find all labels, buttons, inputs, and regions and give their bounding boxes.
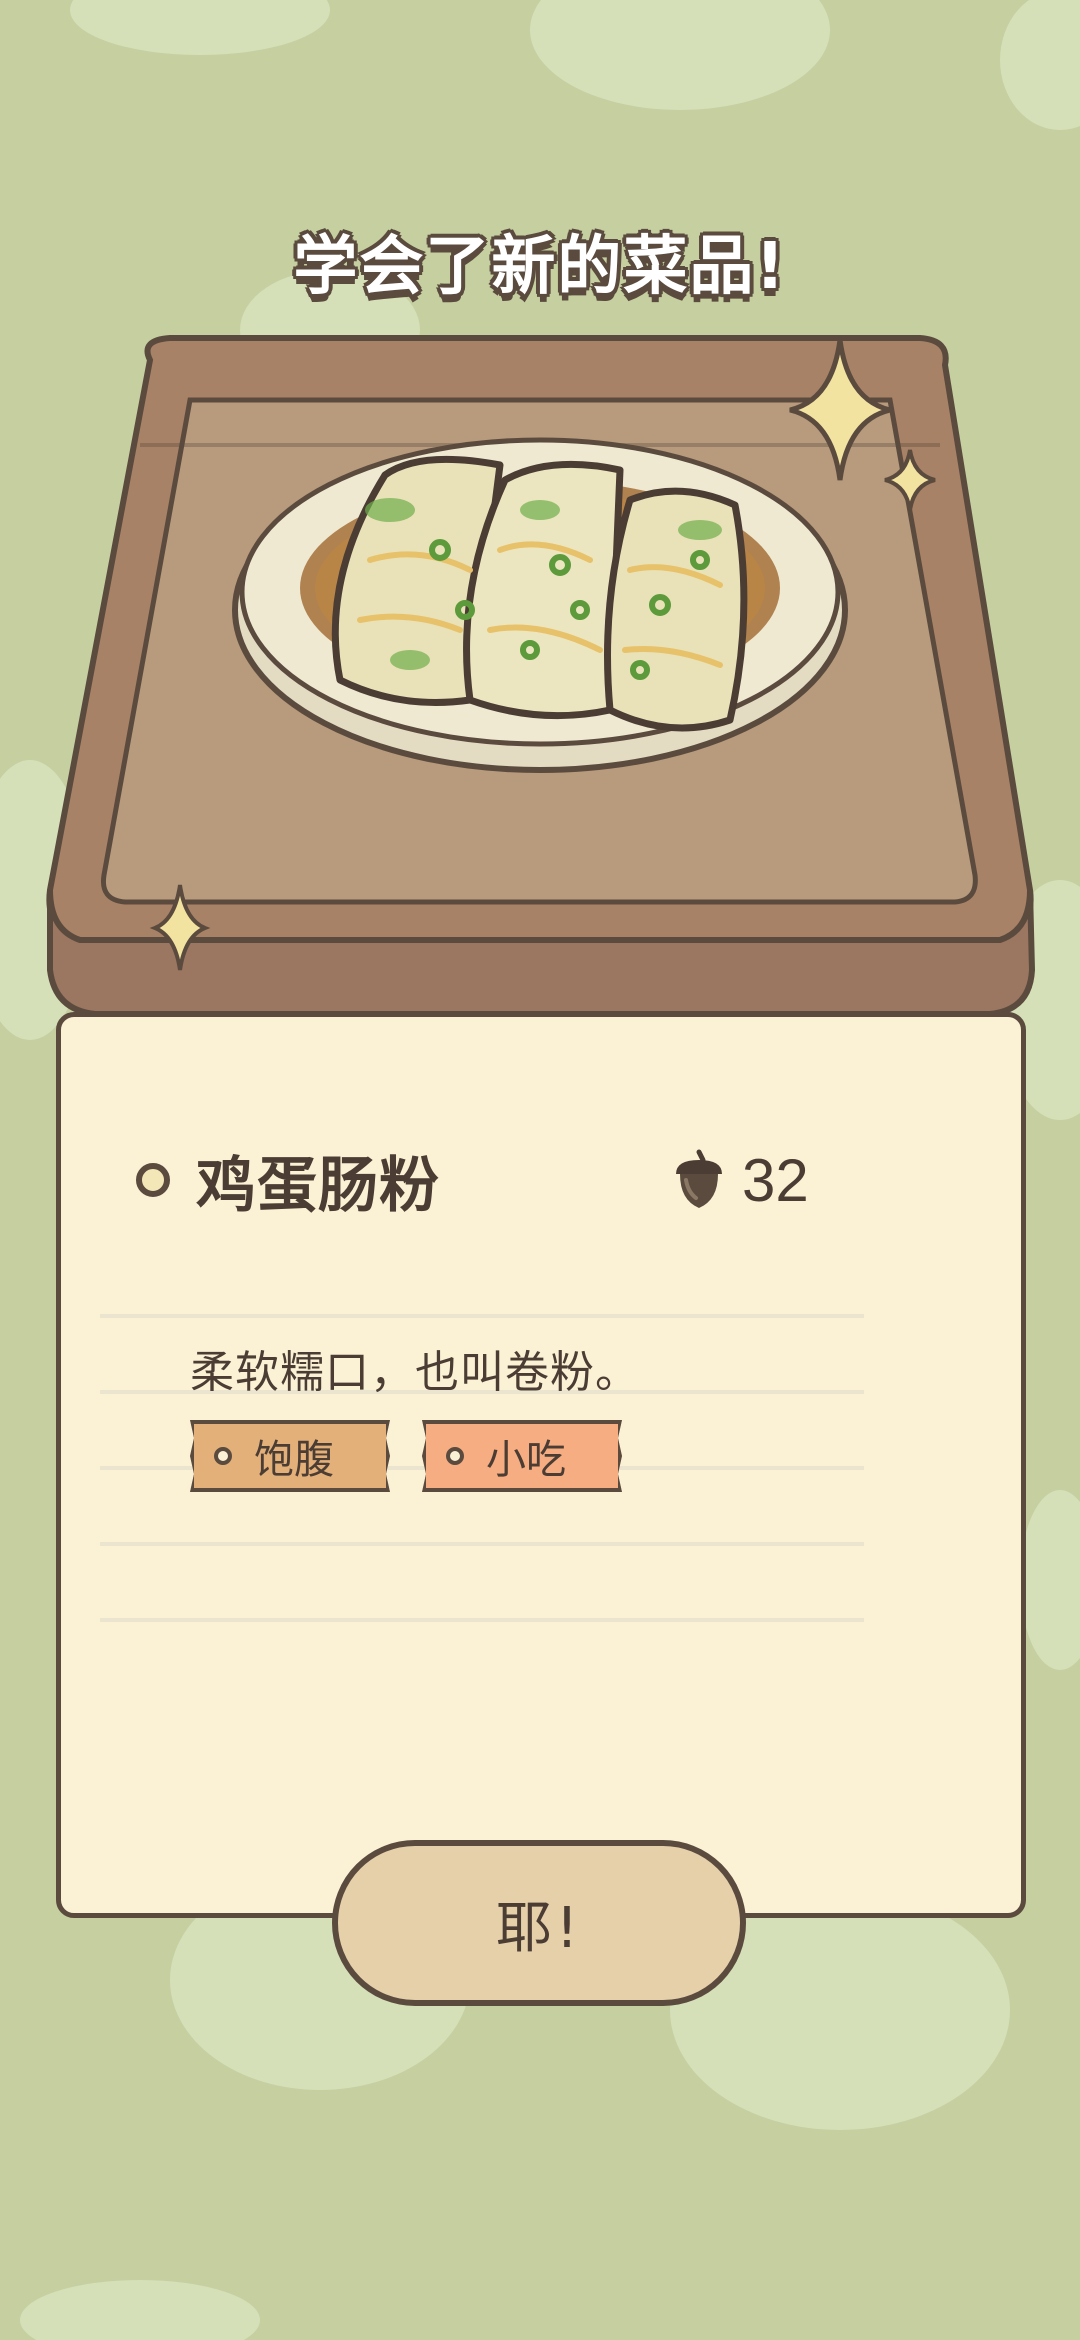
tag-dot-icon [446, 1447, 464, 1465]
tag-label: 小吃 [486, 1437, 566, 1483]
tag-filling: 饱腹 [190, 1420, 390, 1492]
confirm-button[interactable]: 耶! [332, 1840, 746, 2006]
price-row: 32 [670, 1140, 809, 1220]
dish-description: 柔软糯口，也叫卷粉。 [190, 1347, 640, 1398]
ruled-line [100, 1542, 864, 1546]
acorn-icon [676, 1149, 722, 1208]
learned-new-dish-title: 学会了新的菜品! [293, 230, 787, 304]
dish-illustration [46, 335, 1036, 1017]
ruled-line [100, 1618, 864, 1622]
dish-name: 鸡蛋肠粉 [196, 1150, 440, 1221]
tag-snack: 小吃 [422, 1420, 622, 1492]
bullet-icon [136, 1163, 170, 1197]
ruled-line [100, 1314, 864, 1318]
price-value: 32 [742, 1146, 809, 1214]
tag-dot-icon [214, 1447, 232, 1465]
tag-label: 饱腹 [254, 1437, 334, 1483]
dish-title-row: 鸡蛋肠粉 [136, 1130, 440, 1230]
